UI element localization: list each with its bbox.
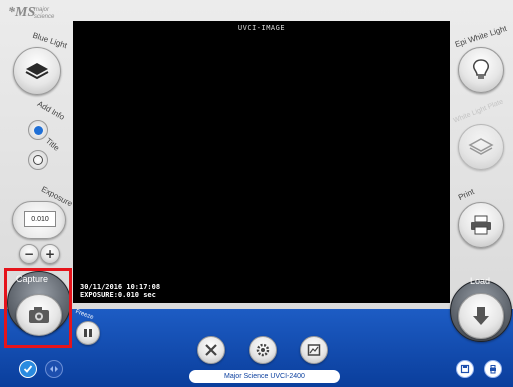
exposure-input[interactable]: 0.010 (24, 211, 56, 227)
image-viewport[interactable]: UVCI-IMAGE 30/11/2016 10:17:08 EXPOSURE:… (73, 21, 450, 303)
check-icon (23, 365, 33, 373)
printer-icon (471, 215, 491, 235)
timestamp: 30/11/2016 10:17:08 (80, 283, 161, 291)
lightbulb-icon (473, 59, 489, 79)
epi-white-light-button[interactable] (458, 47, 504, 93)
logo: *MS major science (8, 5, 55, 20)
white-light-plate-label: White Light Plate (452, 98, 505, 125)
app-window: *MS major science UVCI-IMAGE 30/11/2016 1… (0, 0, 513, 387)
light-plate-icon (468, 138, 494, 155)
print-button[interactable] (458, 202, 504, 248)
print-label: Print (456, 186, 476, 203)
device-status: Major Science UVCI-2400 (189, 370, 340, 383)
image-icon (307, 344, 321, 356)
printer-icon (490, 365, 496, 374)
blue-light-button[interactable] (13, 47, 61, 95)
exposure-increase-button[interactable]: + (40, 244, 60, 264)
plus-icon: + (44, 247, 56, 261)
download-arrow-icon (473, 307, 489, 325)
exposure-decrease-button[interactable]: − (19, 244, 39, 264)
tools-icon (205, 344, 217, 356)
save-icon (460, 364, 470, 374)
export-button[interactable] (484, 360, 502, 378)
settings-tool-button[interactable] (197, 336, 225, 364)
epi-white-light-label: Epi White Light (453, 23, 508, 50)
minus-icon: − (23, 247, 35, 261)
compare-button[interactable] (45, 360, 63, 378)
title-label: Title (43, 136, 61, 153)
toggle-off-icon (33, 155, 43, 165)
exposure-readout: EXPOSURE:0.010 sec (80, 291, 156, 299)
load-button[interactable] (458, 293, 504, 339)
image-tool-button[interactable] (300, 336, 328, 364)
save-button[interactable] (456, 360, 474, 378)
image-overlay-text: 30/11/2016 10:17:08 EXPOSURE:0.010 sec (80, 283, 160, 299)
checkmark-button[interactable] (19, 360, 37, 378)
white-light-plate-button[interactable] (458, 124, 504, 170)
toggle-on-dot (33, 125, 43, 135)
freeze-button[interactable] (76, 321, 100, 345)
load-label: Load (470, 276, 491, 286)
capture-highlight-frame (4, 268, 72, 348)
add-info-toggle[interactable] (28, 120, 48, 140)
title-toggle[interactable] (28, 150, 48, 170)
pause-icon (84, 329, 92, 337)
split-arrows-icon (50, 366, 58, 372)
gear-button[interactable] (249, 336, 277, 364)
add-info-label: Add Info (35, 99, 67, 122)
gear-icon (256, 343, 270, 357)
image-title: UVCI-IMAGE (237, 24, 286, 32)
light-plate-icon (25, 63, 49, 80)
